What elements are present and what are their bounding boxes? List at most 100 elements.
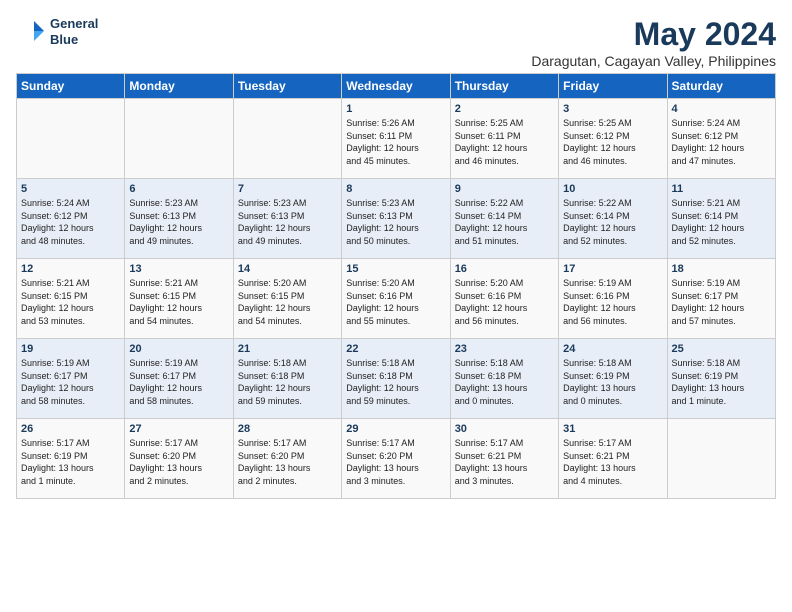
cell-info: Sunrise: 5:19 AM Sunset: 6:17 PM Dayligh… [129, 357, 228, 407]
calendar-cell: 31 Sunrise: 5:17 AM Sunset: 6:21 PM Dayli… [559, 419, 667, 499]
calendar-cell: 12 Sunrise: 5:21 AM Sunset: 6:15 PM Dayli… [17, 259, 125, 339]
calendar-cell: 2 Sunrise: 5:25 AM Sunset: 6:11 PM Daylig… [450, 99, 558, 179]
day-number: 7 [238, 183, 337, 195]
calendar-cell: 19 Sunrise: 5:19 AM Sunset: 6:17 PM Dayli… [17, 339, 125, 419]
day-number: 31 [563, 423, 662, 435]
day-number: 16 [455, 263, 554, 275]
day-number: 5 [21, 183, 120, 195]
weekday-header: Friday [559, 74, 667, 99]
calendar-week-row: 26 Sunrise: 5:17 AM Sunset: 6:19 PM Dayli… [17, 419, 776, 499]
calendar-table: SundayMondayTuesdayWednesdayThursdayFrid… [16, 73, 776, 499]
cell-info: Sunrise: 5:17 AM Sunset: 6:19 PM Dayligh… [21, 437, 120, 487]
calendar-cell: 17Sunrise: 5:19 AM Sunset: 6:16 PM Dayli… [559, 259, 667, 339]
title-block: May 2024 Daragutan, Cagayan Valley, Phil… [531, 16, 776, 69]
cell-info: Sunrise: 5:24 AM Sunset: 6:12 PM Dayligh… [21, 197, 120, 247]
day-number: 6 [129, 183, 228, 195]
calendar-cell: 11 Sunrise: 5:21 AM Sunset: 6:14 PM Dayli… [667, 179, 775, 259]
calendar-cell: 30 Sunrise: 5:17 AM Sunset: 6:21 PM Dayli… [450, 419, 558, 499]
weekday-header: Tuesday [233, 74, 341, 99]
cell-info: Sunrise: 5:17 AM Sunset: 6:21 PM Dayligh… [455, 437, 554, 487]
cell-info: Sunrise: 5:17 AM Sunset: 6:20 PM Dayligh… [129, 437, 228, 487]
calendar-cell: 14 Sunrise: 5:20 AM Sunset: 6:15 PM Dayli… [233, 259, 341, 339]
day-number: 12 [21, 263, 120, 275]
day-number: 8 [346, 183, 445, 195]
logo-text: General Blue [50, 16, 98, 47]
calendar-cell: 21 Sunrise: 5:18 AM Sunset: 6:18 PM Dayli… [233, 339, 341, 419]
calendar-cell: 15Sunrise: 5:20 AM Sunset: 6:16 PM Dayli… [342, 259, 450, 339]
day-number: 13 [129, 263, 228, 275]
day-number: 27 [129, 423, 228, 435]
logo: General Blue [16, 16, 98, 47]
day-number: 9 [455, 183, 554, 195]
cell-info: Sunrise: 5:19 AM Sunset: 6:17 PM Dayligh… [21, 357, 120, 407]
calendar-week-row: 1Sunrise: 5:26 AM Sunset: 6:11 PM Daylig… [17, 99, 776, 179]
day-number: 18 [672, 263, 771, 275]
logo-icon [16, 17, 46, 47]
day-number: 14 [238, 263, 337, 275]
cell-info: Sunrise: 5:18 AM Sunset: 6:19 PM Dayligh… [563, 357, 662, 407]
day-number: 11 [672, 183, 771, 195]
calendar-cell: 7 Sunrise: 5:23 AM Sunset: 6:13 PM Daylig… [233, 179, 341, 259]
cell-info: Sunrise: 5:19 AM Sunset: 6:17 PM Dayligh… [672, 277, 771, 327]
calendar-cell: 13 Sunrise: 5:21 AM Sunset: 6:15 PM Dayli… [125, 259, 233, 339]
calendar-week-row: 5 Sunrise: 5:24 AM Sunset: 6:12 PM Daylig… [17, 179, 776, 259]
cell-info: Sunrise: 5:18 AM Sunset: 6:18 PM Dayligh… [455, 357, 554, 407]
day-number: 10 [563, 183, 662, 195]
cell-info: Sunrise: 5:17 AM Sunset: 6:21 PM Dayligh… [563, 437, 662, 487]
cell-info: Sunrise: 5:21 AM Sunset: 6:15 PM Dayligh… [21, 277, 120, 327]
calendar-cell: 26 Sunrise: 5:17 AM Sunset: 6:19 PM Dayli… [17, 419, 125, 499]
weekday-header: Wednesday [342, 74, 450, 99]
cell-info: Sunrise: 5:23 AM Sunset: 6:13 PM Dayligh… [346, 197, 445, 247]
calendar-cell: 16 Sunrise: 5:20 AM Sunset: 6:16 PM Dayli… [450, 259, 558, 339]
calendar-cell: 23 Sunrise: 5:18 AM Sunset: 6:18 PM Dayli… [450, 339, 558, 419]
cell-info: Sunrise: 5:20 AM Sunset: 6:15 PM Dayligh… [238, 277, 337, 327]
day-number: 21 [238, 343, 337, 355]
page-header: General Blue May 2024 Daragutan, Cagayan… [16, 16, 776, 69]
calendar-cell: 27 Sunrise: 5:17 AM Sunset: 6:20 PM Dayli… [125, 419, 233, 499]
cell-info: Sunrise: 5:20 AM Sunset: 6:16 PM Dayligh… [455, 277, 554, 327]
cell-info: Sunrise: 5:21 AM Sunset: 6:14 PM Dayligh… [672, 197, 771, 247]
day-number: 2 [455, 103, 554, 115]
cell-info: Sunrise: 5:23 AM Sunset: 6:13 PM Dayligh… [129, 197, 228, 247]
day-number: 25 [672, 343, 771, 355]
day-number: 29 [346, 423, 445, 435]
day-number: 19 [21, 343, 120, 355]
location: Daragutan, Cagayan Valley, Philippines [531, 53, 776, 69]
month-year: May 2024 [531, 16, 776, 53]
calendar-week-row: 19 Sunrise: 5:19 AM Sunset: 6:17 PM Dayli… [17, 339, 776, 419]
cell-info: Sunrise: 5:18 AM Sunset: 6:19 PM Dayligh… [672, 357, 771, 407]
calendar-cell: 3 Sunrise: 5:25 AM Sunset: 6:12 PM Daylig… [559, 99, 667, 179]
calendar-cell: 20 Sunrise: 5:19 AM Sunset: 6:17 PM Dayli… [125, 339, 233, 419]
calendar-cell: 8 Sunrise: 5:23 AM Sunset: 6:13 PM Daylig… [342, 179, 450, 259]
day-number: 20 [129, 343, 228, 355]
calendar-week-row: 12 Sunrise: 5:21 AM Sunset: 6:15 PM Dayli… [17, 259, 776, 339]
cell-info: Sunrise: 5:22 AM Sunset: 6:14 PM Dayligh… [563, 197, 662, 247]
cell-info: Sunrise: 5:26 AM Sunset: 6:11 PM Dayligh… [346, 117, 445, 167]
calendar-cell: 9 Sunrise: 5:22 AM Sunset: 6:14 PM Daylig… [450, 179, 558, 259]
calendar-cell [17, 99, 125, 179]
calendar-cell: 1Sunrise: 5:26 AM Sunset: 6:11 PM Daylig… [342, 99, 450, 179]
cell-info: Sunrise: 5:25 AM Sunset: 6:11 PM Dayligh… [455, 117, 554, 167]
day-number: 17 [563, 263, 662, 275]
cell-info: Sunrise: 5:22 AM Sunset: 6:14 PM Dayligh… [455, 197, 554, 247]
day-number: 23 [455, 343, 554, 355]
weekday-header: Monday [125, 74, 233, 99]
day-number: 24 [563, 343, 662, 355]
calendar-cell: 28Sunrise: 5:17 AM Sunset: 6:20 PM Dayli… [233, 419, 341, 499]
day-number: 3 [563, 103, 662, 115]
calendar-cell: 29Sunrise: 5:17 AM Sunset: 6:20 PM Dayli… [342, 419, 450, 499]
calendar-cell [125, 99, 233, 179]
calendar-cell: 10 Sunrise: 5:22 AM Sunset: 6:14 PM Dayli… [559, 179, 667, 259]
day-number: 26 [21, 423, 120, 435]
day-number: 15 [346, 263, 445, 275]
calendar-cell [667, 419, 775, 499]
calendar-cell: 4Sunrise: 5:24 AM Sunset: 6:12 PM Daylig… [667, 99, 775, 179]
cell-info: Sunrise: 5:21 AM Sunset: 6:15 PM Dayligh… [129, 277, 228, 327]
cell-info: Sunrise: 5:18 AM Sunset: 6:18 PM Dayligh… [238, 357, 337, 407]
cell-info: Sunrise: 5:25 AM Sunset: 6:12 PM Dayligh… [563, 117, 662, 167]
day-number: 30 [455, 423, 554, 435]
weekday-header-row: SundayMondayTuesdayWednesdayThursdayFrid… [17, 74, 776, 99]
weekday-header: Thursday [450, 74, 558, 99]
calendar-cell: 22Sunrise: 5:18 AM Sunset: 6:18 PM Dayli… [342, 339, 450, 419]
cell-info: Sunrise: 5:23 AM Sunset: 6:13 PM Dayligh… [238, 197, 337, 247]
